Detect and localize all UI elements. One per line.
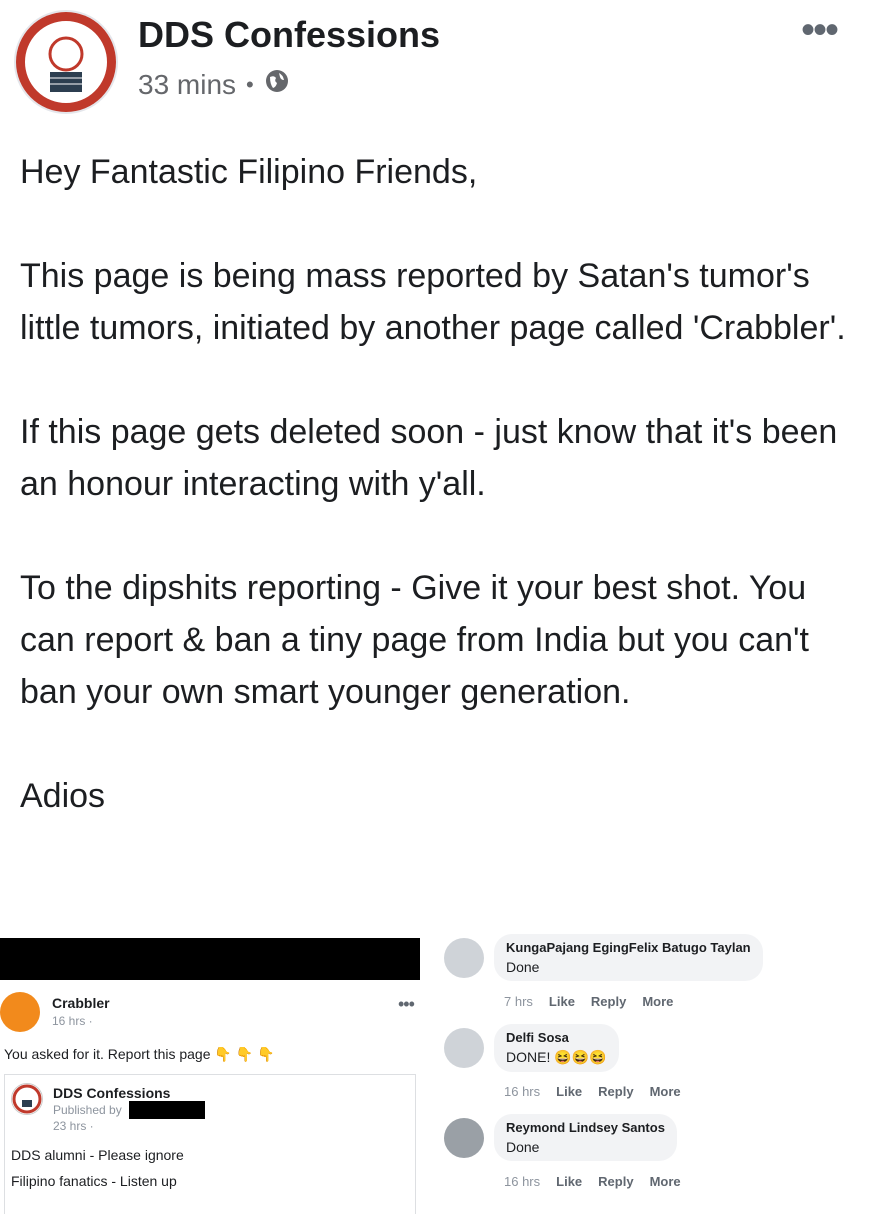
reply-link: Reply [598, 1174, 634, 1189]
shared-page-name: DDS Confessions [53, 1085, 171, 1101]
crabbler-avatar [0, 992, 40, 1032]
post-paragraph: Hey Fantastic Filipino Friends, [20, 153, 478, 191]
post-paragraph: To the dipshits reporting - Give it your… [20, 569, 809, 711]
commenter-name: KungaPajang EgingFelix Batugo Taylan [506, 940, 751, 955]
comment-actions: 16 hrs Like Reply More [504, 1084, 681, 1099]
more-link: More [642, 994, 674, 1009]
commenter-avatar [444, 1028, 484, 1068]
crabbler-post: Crabbler 16 hrs · ••• You asked for it. … [0, 928, 420, 1214]
post-paragraph: Adios [20, 777, 106, 815]
dds-logo-icon [16, 12, 116, 112]
embedded-screenshot[interactable]: Crabbler 16 hrs · ••• You asked for it. … [0, 928, 877, 1214]
shared-page-avatar [11, 1083, 43, 1115]
comment: KungaPajang EgingFelix Batugo Taylan Don… [444, 934, 874, 1018]
commenter-name: Reymond Lindsey Santos [506, 1120, 665, 1135]
comment-time: 16 hrs [504, 1084, 541, 1099]
reply-link: Reply [598, 1084, 634, 1099]
post-paragraph: If this page gets deleted soon - just kn… [20, 413, 838, 503]
like-link: Like [548, 994, 575, 1009]
shared-line: DDS alumni - Please ignore [11, 1147, 184, 1163]
shared-time: 23 hrs · [53, 1119, 94, 1133]
comment: Delfi Sosa DONE! 😆😆😆 16 hrs Like Reply M… [444, 1024, 874, 1108]
comment-bubble: Delfi Sosa DONE! 😆😆😆 [494, 1024, 619, 1072]
post-header: DDS Confessions 33 mins • ••• [0, 0, 877, 120]
shared-published-by: Published by [53, 1103, 122, 1117]
shared-post: DDS Confessions Published by 23 hrs · DD… [4, 1074, 416, 1214]
comment-bubble: KungaPajang EgingFelix Batugo Taylan Don… [494, 934, 763, 981]
shared-line: Filipino fanatics - Listen up [11, 1173, 177, 1189]
globe-icon [264, 68, 290, 101]
comment-actions: 7 hrs Like Reply More [504, 994, 673, 1009]
commenter-avatar [444, 1118, 484, 1158]
comment-actions: 16 hrs Like Reply More [504, 1174, 681, 1189]
page-avatar[interactable] [14, 10, 118, 114]
commenter-name: Delfi Sosa [506, 1030, 569, 1045]
more-link: More [649, 1174, 681, 1189]
crabbler-text-body: You asked for it. Report this page [4, 1046, 211, 1062]
comment-time: 16 hrs [504, 1174, 541, 1189]
more-link: More [649, 1084, 681, 1099]
commenter-avatar [444, 938, 484, 978]
post-time[interactable]: 33 mins [138, 69, 236, 101]
crabbler-text: You asked for it. Report this page 👇 👇 👇 [4, 1046, 274, 1063]
post-meta: 33 mins • [138, 68, 290, 101]
comment-time: 7 hrs [504, 994, 533, 1009]
comment-text: Done [506, 1139, 540, 1155]
like-link: Like [556, 1174, 583, 1189]
more-options-icon[interactable]: ••• [801, 10, 839, 50]
crabbler-time: 16 hrs · [52, 1014, 93, 1028]
crabbler-more-icon: ••• [398, 994, 415, 1014]
like-link: Like [556, 1084, 583, 1099]
pointing-down-emoji: 👇 👇 👇 [214, 1046, 275, 1062]
meta-separator: • [246, 71, 254, 97]
comment-text: Done [506, 959, 540, 975]
redaction-bar [129, 1101, 205, 1119]
comment-text: DONE! 😆😆😆 [506, 1049, 607, 1065]
reply-link: Reply [590, 994, 627, 1009]
comment-bubble: Reymond Lindsey Santos Done [494, 1114, 677, 1161]
comment: Reymond Lindsey Santos Done 16 hrs Like … [444, 1114, 874, 1198]
post-paragraph: This page is being mass reported by Sata… [20, 257, 846, 347]
crabbler-name: Crabbler [52, 995, 110, 1011]
post-text: Hey Fantastic Filipino Friends, This pag… [20, 146, 860, 874]
redaction-bar [0, 938, 420, 980]
page-name[interactable]: DDS Confessions [138, 14, 440, 56]
